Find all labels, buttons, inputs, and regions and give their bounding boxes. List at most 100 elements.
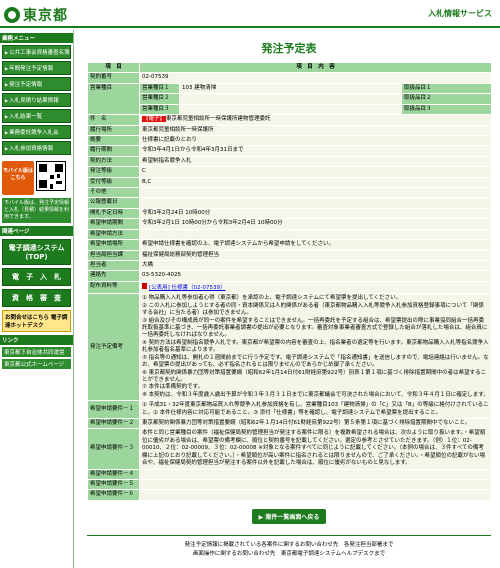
tokyo-logo[interactable]: 東京都: [4, 5, 68, 25]
mobile-note: モバイル版は、発注予定情報と入札（見積）結果情報を利用できます。: [2, 198, 71, 223]
attachment-link[interactable]: [公表用] 仕様書（02-07539）: [149, 285, 226, 291]
field-value: C: [138, 166, 493, 178]
link-tokyo-official[interactable]: 東京都公式ホームページ: [2, 359, 71, 369]
back-to-list-button[interactable]: ▶ 案件一覧画面へ戻る: [252, 508, 326, 524]
requirement-row: 希望申請要件－２ 東京都契約関係暴力団等対策措置要綱（昭和62年１月14日付61財…: [87, 418, 493, 430]
field-label: 連絡先: [87, 270, 140, 282]
pdf-icon: [142, 282, 147, 289]
field-value: 令和3年2月1日 10時00分から令和3年2月4日 10時00分: [138, 218, 493, 230]
subject-value: 【電子】東京都児童相談所一時保護所建物管理委託: [138, 114, 493, 126]
mobile-version-button[interactable]: モバイル版はこちら: [2, 161, 34, 195]
sidebar-item-order-plan[interactable]: 発注予定情報: [2, 77, 71, 91]
requirement-label: 希望申請要件－６: [87, 489, 140, 501]
field-label: 希望申請期間: [87, 218, 140, 230]
requirement-label: 希望申請要件－２: [87, 418, 140, 430]
page-title: 発注予定表: [261, 42, 317, 55]
category-row: 営業種目 営業種目１ 103 建物清掃 取扱品目１: [87, 82, 493, 116]
sidebar-section-links: リンク: [0, 335, 73, 345]
requirement-value: 東京都契約関係暴力団等対策措置要綱（昭和62年１月14日付61財経庶第922号）…: [138, 418, 493, 430]
sidebar-item-results-list[interactable]: 入札結果一覧: [2, 109, 71, 123]
requirement-row: 希望申請要件－３ 本件と同じ営業種目の案件（福祉保健局契約管理担当が発注する案件に…: [87, 428, 493, 470]
sidebar-section-related: 関連ページ: [0, 226, 73, 236]
table-row: 連絡先 03-5320-4025: [87, 270, 493, 282]
notes-label: 発注予定備考: [87, 293, 140, 402]
requirement-label: 希望申請要件－１: [87, 400, 140, 420]
table-header-row: 項 目 項 目 内 容: [87, 61, 493, 74]
field-value: 大橋: [138, 259, 493, 272]
table-row: 希望申請場所 希望申請仕様書を確認の上、電子調達システムから希望申請をしてください…: [87, 239, 493, 251]
requirement-label: 希望申請要件－３: [87, 428, 140, 470]
subject-text: 東京都児童相談所一時保護所建物管理委託: [166, 116, 271, 123]
order-plan-table: 項 目 項 目 内 容 契約番号 02-07539 営業種目 営業種目１ 103…: [87, 61, 493, 501]
category-value: 103 建物清掃: [179, 82, 402, 95]
note-item: ③ 組合及びその構成員が同一の案件を希望することはできません。一括再委託を予定す…: [142, 317, 488, 339]
field-value: 令和3年2月24日 10時00分: [138, 207, 493, 220]
field-value: 03-5320-4025: [138, 270, 493, 282]
helpdesk-contact-button[interactable]: お問合せはこちら 電子調達ホットデスク: [2, 310, 71, 332]
field-label: 希望申請場所: [87, 239, 140, 251]
table-row: 発注等級 C: [87, 166, 493, 178]
attachment-label: 配布資料等: [87, 280, 140, 295]
sidebar-section-business: 業務メニュー: [0, 33, 73, 43]
back-button-label: 案件一覧画面へ戻る: [265, 513, 320, 521]
qr-code-icon: [36, 161, 66, 191]
sidebar-item-outsourcing[interactable]: 業務委託競争入札会: [2, 125, 71, 139]
category-row: 営業種目３ 取扱品目３: [88, 103, 493, 116]
field-label: その他: [87, 187, 140, 199]
category-rank: 取扱品目１: [400, 82, 493, 95]
table-row: 公報登載日: [87, 197, 493, 209]
link-municipal-shared[interactable]: 東京都下自治体共同運営: [2, 347, 71, 357]
subject-row: 件 名 【電子】東京都児童相談所一時保護所建物管理委託: [87, 114, 493, 126]
sidebar: 業務メニュー 公共工事会資格審査名簿公告 年間発注予定情報 発注予定情報 入札見…: [0, 30, 74, 568]
note-item: ⑤ 指名等の通知は、開札の１週間前までに行う予定です。電子調達システムで「指名通…: [142, 354, 489, 369]
category-name: 営業種目３: [139, 103, 180, 116]
note-item: ① 物品購入入札等参加者心得（東京都）を承認の上、電子調達システムにて希望票を提…: [142, 295, 402, 302]
field-value: [138, 228, 493, 241]
category-name: 営業種目２: [139, 93, 180, 105]
field-label: 発注等級: [87, 166, 140, 178]
table-row: 希望申請方法: [87, 228, 493, 241]
attachment-value: [公表用] 仕様書（02-07539）: [138, 280, 493, 295]
table-row: 契約番号 02-07539: [87, 72, 493, 84]
sidebar-item-annual-plan[interactable]: 年間発注予定情報: [2, 61, 71, 75]
main-content: 発注予定表 項 目 項 目 内 容 契約番号 02-07539 営業種目 営業種…: [87, 30, 493, 524]
electronic-badge: 【電子】: [142, 116, 167, 123]
field-label: 希望申請方法: [87, 228, 140, 241]
requirement-row: 希望申請要件－１ ① 平成31・32年度東京都物品買入れ等競争入札参加資格を有し、…: [87, 400, 493, 420]
requirement-row: 希望申請要件－５: [87, 478, 493, 491]
e-bidding-button[interactable]: 電 子 入 札: [2, 268, 71, 286]
attachment-row: 配布資料等 [公表用] 仕様書（02-07539）: [87, 280, 493, 295]
field-label: 開札予定日時: [87, 207, 140, 220]
e-procurement-top-button[interactable]: 電子調達システム(TOP): [2, 239, 71, 265]
requirement-value: ① 平成31・32年度東京都物品買入れ等競争入札参加資格を有し、営業種目103「…: [138, 400, 493, 420]
note-item: ④ 契約方法は希望制指名競争入札です。東京都が希望票の内容を審査の上、指名業者の…: [142, 339, 489, 354]
requirement-value: 本件と同じ営業種目の案件（福祉保健局契約管理担当が発注する案件に限る）を複数希望…: [138, 428, 493, 470]
table-row: 担当者 大橋: [87, 259, 493, 272]
field-value: 希望申請仕様書を確認の上、電子調達システムから希望申請をしてください。: [138, 239, 493, 251]
sidebar-item-bid-results[interactable]: 入札見積り結果情報: [2, 93, 71, 107]
field-label: 担当者: [87, 259, 140, 272]
sidebar-item-roster[interactable]: 公共工事会資格審査名簿公告: [2, 45, 71, 59]
tokyo-emblem-icon: [4, 7, 20, 23]
note-item: ② この入札に参加しようとする者の同・資本関係又は人的関係がある者（東京都物品購…: [142, 302, 484, 317]
field-value: 福祉保健局総務部契約管理担当: [138, 249, 493, 262]
row-label: 契約番号: [87, 72, 140, 84]
requirement-row: 希望申請要件－６: [87, 489, 493, 501]
notes-row: 発注予定備考 ① 物品購入入札等参加者心得（東京都）を承認の上、電子調達システム…: [87, 293, 493, 402]
site-header: 東京都 入札情報サービス: [0, 0, 500, 28]
requirement-label: 希望申請要件－４: [87, 468, 140, 481]
sidebar-item-qualification[interactable]: 入札参加資格情報: [2, 141, 71, 155]
field-label: 担当局担当課: [87, 249, 140, 262]
requirement-row: 希望申請要件－４: [87, 468, 493, 481]
qualification-review-button[interactable]: 資 格 審 査: [2, 289, 71, 307]
category-label: 営業種目: [87, 82, 140, 116]
field-label: 履行期間: [87, 145, 140, 157]
requirement-label: 希望申請要件－５: [87, 478, 140, 491]
table-row: 希望申請期間 令和3年2月1日 10時00分から令和3年2月4日 10時00分: [87, 218, 493, 230]
row-value: 02-07539: [138, 72, 493, 84]
header-item: 項 目: [87, 61, 140, 74]
system-title: 入札情報サービス: [428, 9, 492, 18]
field-label: 契約方法: [87, 155, 140, 168]
table-row: 受付等級 B,C: [87, 176, 493, 189]
notes-value: ① 物品購入入札等参加者心得（東京都）を承認の上、電子調達システムにて希望票を提…: [138, 293, 493, 402]
